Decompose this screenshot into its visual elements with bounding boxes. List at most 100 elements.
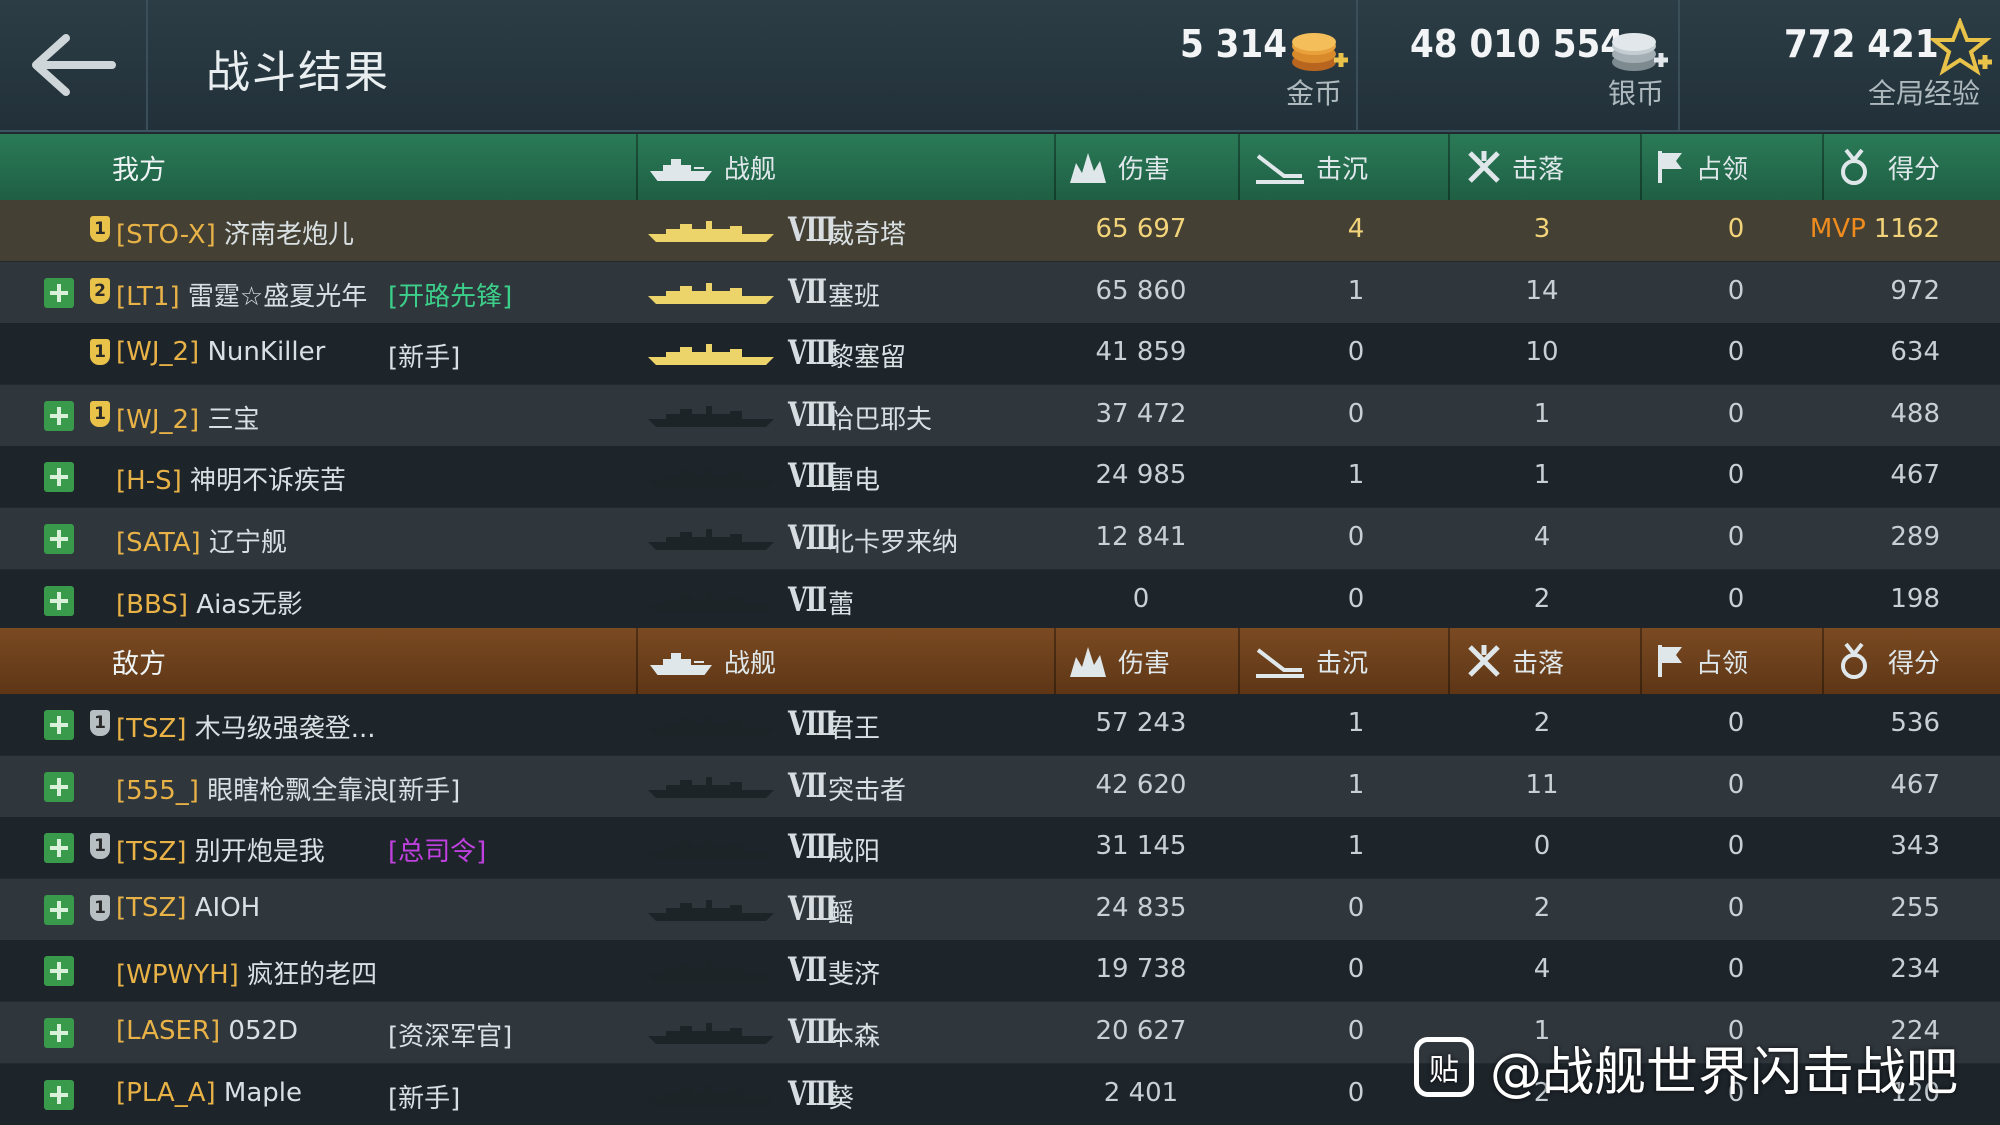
sunk-value: 0 [1347, 892, 1365, 923]
player-nickname: 三宝 [207, 404, 260, 435]
rank-badge-icon: 1 [90, 339, 110, 366]
col-ship[interactable]: 战舰 [638, 134, 1056, 200]
table-row[interactable]: 1 [TSZ] 别开炮是我 [总司令] VIII 咸阳 31 145 1 0 0 343 [0, 817, 2000, 879]
crossed-plane-icon [1468, 151, 1500, 183]
add-friend-button[interactable] [44, 277, 74, 308]
player-nickname: 神明不诉疾苦 [190, 466, 347, 497]
col-ship-enemy[interactable]: 战舰 [638, 628, 1056, 694]
col-damage[interactable]: 伤害 [1056, 134, 1240, 200]
table-row[interactable]: [H-S] 神明不诉疾苦 VIII 雷电 24 985 1 1 0 467 [0, 446, 2000, 508]
player-name[interactable]: [BBS] Aias无影 [116, 584, 303, 621]
add-friend-button[interactable] [44, 833, 74, 864]
player-name[interactable]: [555_] 眼瞎枪飘全靠浪 [116, 770, 389, 807]
captured-value: 0 [1727, 214, 1745, 244]
ship-name: 葵 [828, 1083, 855, 1114]
ship-name: 雷电 [828, 466, 881, 497]
player-name[interactable]: [TSZ] 别开炮是我 [116, 831, 325, 868]
add-friend-button[interactable] [44, 771, 74, 802]
ship-silhouette-icon [646, 339, 776, 367]
col-score[interactable]: 得分 [1824, 134, 2000, 200]
col-damage-enemy[interactable]: 伤害 [1056, 628, 1240, 694]
sunk-value: 0 [1347, 583, 1365, 614]
table-row[interactable]: [555_] 眼瞎枪飘全靠浪 [新手] VII 突击者 42 620 1 11 0 467 [0, 755, 2000, 817]
table-row[interactable]: 1 [TSZ] AIOH VIII 鳐 24 835 0 2 0 255 [0, 878, 2000, 940]
player-name[interactable]: [LASER] 052D [116, 1016, 298, 1046]
add-friend-button[interactable] [44, 400, 74, 431]
player-name[interactable]: [LT1] 雷霆☆盛夏光年 [116, 276, 367, 313]
col-downed-label: 击落 [1512, 648, 1565, 679]
table-row[interactable]: 1 [STO-X] 济南老炮儿 VIII 威奇塔 65 697 4 3 0 MVP 1162 [0, 200, 2000, 261]
col-damage-label: 伤害 [1118, 648, 1171, 679]
sunk-value: 1 [1347, 769, 1365, 800]
add-friend-button[interactable] [44, 956, 74, 987]
silver-currency[interactable]: 48 010 554 银币 [1356, 0, 1678, 130]
table-row[interactable]: [SATA] 辽宁舰 VIII 北卡罗来纳 12 841 0 4 0 289 [0, 508, 2000, 569]
damage-value: 41 859 [1095, 337, 1187, 368]
player-name[interactable]: [H-S] 神明不诉疾苦 [116, 460, 346, 497]
explosion-icon [1070, 647, 1106, 677]
downed-value: 10 [1525, 337, 1559, 368]
col-captured-label: 占领 [1696, 648, 1749, 679]
add-friend-button[interactable] [44, 524, 74, 554]
table-row[interactable]: [WPWYH] 疯狂的老四 VII 斐济 19 738 0 4 0 234 [0, 940, 2000, 1002]
player-name[interactable]: [STO-X] 济南老炮儿 [116, 214, 354, 251]
ship-silhouette-icon [646, 956, 776, 984]
mvp-badge: MVP [1809, 214, 1866, 244]
table-row[interactable]: [BBS] Aias无影 VII 蕾 0 0 2 0 198 [0, 569, 2000, 631]
add-friend-button[interactable] [44, 1079, 74, 1110]
add-friend-button[interactable] [44, 462, 74, 493]
col-score-label: 得分 [1888, 154, 1941, 185]
player-name[interactable]: [WJ_2] 三宝 [116, 399, 260, 436]
page-title: 战斗结果 [206, 47, 390, 98]
back-button[interactable] [0, 0, 148, 130]
ship-icon [650, 159, 712, 181]
player-name[interactable]: [WPWYH] 疯狂的老四 [116, 954, 377, 991]
table-row[interactable]: 1 [TSZ] 木马级强袭登... VIII 君王 57 243 1 2 0 536 [0, 694, 2000, 755]
player-nickname: 052D [228, 1016, 299, 1046]
add-friend-button[interactable] [44, 710, 74, 740]
col-score-enemy[interactable]: 得分 [1824, 628, 2000, 694]
score-value: 289 [1800, 522, 1940, 552]
player-nickname: AIOH [194, 892, 261, 923]
player-name[interactable]: [PLA_A] Maple [116, 1078, 302, 1108]
watermark-text: @战舰世界闪击战吧 [1490, 1042, 1959, 1103]
table-row[interactable]: 1 [WJ_2] NunKiller [新手] VIII 黎塞留 41 859 0 10 0 63… [0, 323, 2000, 385]
clan-tag: [SATA] [116, 528, 201, 558]
ship-silhouette-icon [646, 278, 776, 306]
crossed-plane-icon [1468, 645, 1500, 677]
captured-value: 0 [1727, 892, 1745, 923]
col-damage-label: 伤害 [1118, 154, 1171, 185]
add-friend-button[interactable] [44, 585, 74, 616]
add-friend-button[interactable] [44, 1018, 74, 1048]
table-row[interactable]: 2 [LT1] 雷霆☆盛夏光年 [开路先锋] VII 塞班 65 860 1 14 0 972 [0, 261, 2000, 323]
back-arrow-icon [32, 34, 116, 96]
sunk-value: 1 [1347, 708, 1365, 738]
score-number: 536 [1890, 708, 1940, 738]
col-captured-enemy[interactable]: 占领 [1642, 628, 1824, 694]
player-name[interactable]: [TSZ] AIOH [116, 893, 260, 923]
player-nickname: NunKiller [207, 337, 326, 368]
col-sunk-enemy[interactable]: 击沉 [1240, 628, 1450, 694]
col-score-label: 得分 [1888, 648, 1941, 679]
col-downed[interactable]: 击落 [1450, 134, 1642, 200]
medal-icon [1841, 642, 1867, 679]
score-value: 634 [1800, 337, 1940, 367]
score-number: 198 [1890, 583, 1940, 614]
allies-label: 我方 [112, 154, 166, 186]
allies-header: 我方 战舰 伤害 击沉 击落 占领 得分 [0, 134, 2000, 200]
player-name[interactable]: [TSZ] 木马级强袭登... [116, 708, 376, 745]
ship-name: 鳐 [828, 898, 855, 929]
ship-name: 恰巴耶夫 [828, 404, 933, 435]
player-name[interactable]: [WJ_2] NunKiller [116, 337, 325, 367]
xp-currency[interactable]: 772 421 全局经验 [1678, 0, 2000, 130]
table-row[interactable]: 1 [WJ_2] 三宝 VIII 恰巴耶夫 37 472 0 1 0 488 [0, 384, 2000, 446]
score-value: 488 [1800, 399, 1940, 429]
player-nickname: 雷霆☆盛夏光年 [187, 281, 368, 312]
col-captured[interactable]: 占领 [1642, 134, 1824, 200]
player-name[interactable]: [SATA] 辽宁舰 [116, 522, 287, 559]
captured-value: 0 [1727, 398, 1745, 429]
col-sunk[interactable]: 击沉 [1240, 134, 1450, 200]
col-downed-enemy[interactable]: 击落 [1450, 628, 1642, 694]
add-friend-button[interactable] [44, 894, 74, 925]
ship-silhouette-icon [646, 462, 776, 490]
